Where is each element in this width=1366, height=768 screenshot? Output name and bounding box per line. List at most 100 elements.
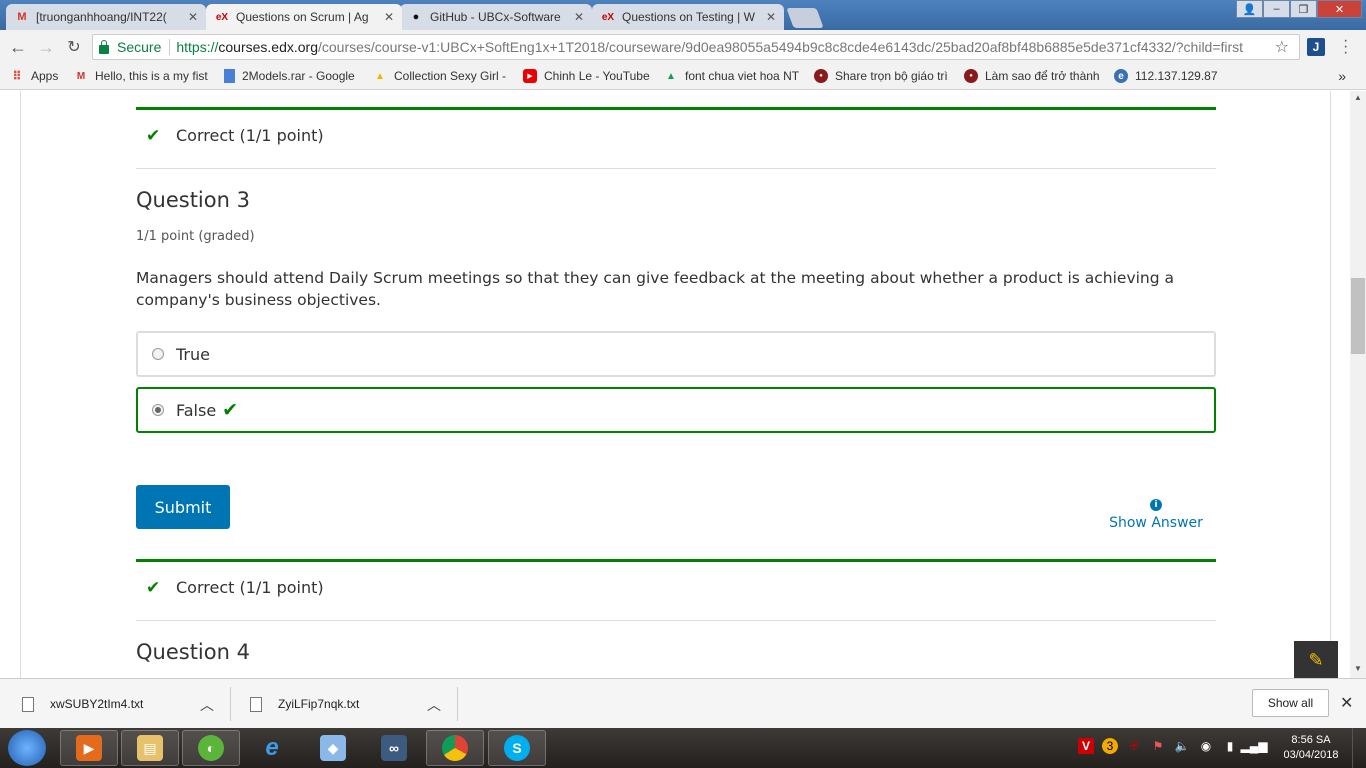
scroll-down-icon[interactable]: ▼ — [1350, 664, 1366, 678]
bookmark-label: Hello, this is a my fist — [95, 69, 208, 83]
tab-gmail[interactable]: M [truonganhhoang/INT22( ✕ — [6, 4, 206, 30]
close-icon[interactable]: ✕ — [766, 10, 776, 24]
tab-title: Questions on Testing | W — [622, 10, 755, 24]
tab-github[interactable]: ● GitHub - UBCx-Software ✕ — [400, 4, 592, 30]
download-item[interactable]: xwSUBY2tIm4.txt — [22, 679, 143, 729]
checkmark-icon: ✔ — [146, 126, 161, 145]
page-scrollbar[interactable] — [1350, 91, 1366, 678]
tab-strip: M [truonganhhoang/INT22( ✕ eX Questions … — [0, 0, 1366, 30]
extension-icon[interactable]: J — [1307, 38, 1325, 56]
pencil-icon[interactable]: ✎ — [1294, 641, 1338, 679]
minimize-button[interactable]: – — [1263, 0, 1290, 18]
question-title: Question 4 — [136, 640, 250, 664]
app-icon[interactable]: 3 — [1102, 738, 1118, 754]
option-true[interactable]: True — [136, 331, 1216, 377]
option-false[interactable]: False ✔ — [136, 387, 1216, 433]
ie-icon: e — [265, 734, 279, 761]
signal-icon[interactable]: ▂▄▆ — [1241, 738, 1268, 754]
gmail-icon: M — [17, 11, 27, 23]
chevron-up-icon[interactable]: ︿ — [200, 695, 214, 715]
scroll-up-icon[interactable]: ▲ — [1350, 93, 1366, 107]
submit-button[interactable]: Submit — [136, 485, 230, 529]
bookmark-youtube[interactable]: ▶ Chinh Le - YouTube — [523, 69, 655, 83]
clock[interactable]: 8:56 SA 03/04/2018 — [1278, 733, 1344, 763]
bookmark-collection[interactable]: ▲ Collection Sexy Girl - — [373, 69, 509, 83]
close-icon[interactable]: ✕ — [574, 10, 584, 24]
user-icon[interactable]: 👤 — [1236, 0, 1263, 18]
app-icon: ∞ — [381, 735, 407, 761]
bookmark-label: 2Models.rar - Google — [242, 69, 355, 83]
scroll-thumb[interactable] — [1351, 278, 1365, 354]
bookmark-2models[interactable]: 2Models.rar - Google — [224, 69, 360, 83]
forward-arrow-icon[interactable]: → — [32, 37, 60, 58]
content-border-left — [20, 91, 21, 678]
v-icon[interactable]: V — [1078, 738, 1094, 754]
taskbar-box[interactable]: ◆ — [304, 730, 362, 766]
doc-icon — [224, 69, 235, 83]
show-all-button[interactable]: Show all — [1252, 689, 1329, 717]
reload-icon[interactable]: ↻ — [60, 37, 88, 57]
window-controls: 👤 – ❐ ✕ — [1236, 0, 1362, 18]
url-path: /courses/course-v1:UBCx+SoftEng1x+1T2018… — [318, 39, 1244, 55]
show-answer-button[interactable]: i Show Answer — [1100, 499, 1212, 531]
taskbar-vs[interactable]: ∞ — [365, 730, 423, 766]
bookmark-share[interactable]: ● Share trọn bộ giáo trì — [814, 69, 952, 83]
edx-icon: eX — [215, 11, 229, 23]
taskbar-media-player[interactable]: ▶ — [60, 730, 118, 766]
bookmark-apps[interactable]: ⠿ Apps — [10, 69, 58, 83]
close-window-button[interactable]: ✕ — [1317, 0, 1362, 18]
taskbar: ▶ ▤ ◐ e ◆ ∞ S V 3 ⛨ ⚑ 🔈 ◉ ▮ ▂▄▆ 8:56 SA … — [0, 728, 1366, 768]
gmail-icon: M — [76, 70, 86, 82]
tab-questions-on-testing[interactable]: eX Questions on Testing | W ✕ — [592, 4, 784, 30]
bookmark-gmail[interactable]: M Hello, this is a my fist — [74, 69, 210, 83]
download-item[interactable]: ZyiLFip7nqk.txt — [250, 679, 359, 729]
bookmark-font[interactable]: ▲ font chua viet hoa NT — [664, 69, 802, 83]
option-label: True — [176, 344, 210, 364]
bookmark-label: 112.137.129.87 — [1135, 69, 1218, 83]
address-separator — [169, 39, 171, 55]
volume-icon[interactable]: ◉ — [1198, 738, 1214, 754]
clock-date: 03/04/2018 — [1283, 749, 1339, 761]
menu-dots-icon[interactable]: · · · — [1343, 33, 1348, 61]
clock-time: 8:56 SA — [1291, 734, 1331, 746]
folder-icon: ▤ — [137, 735, 163, 761]
chevron-up-icon[interactable]: ︿ — [427, 695, 441, 715]
shield-icon[interactable]: ⛨ — [1126, 738, 1142, 754]
bookmark-star-icon[interactable]: ☆ — [1275, 37, 1289, 57]
taskbar-explorer[interactable]: ▤ — [121, 730, 179, 766]
tab-title: [truonganhhoang/INT22( — [36, 10, 167, 24]
taskbar-app-green[interactable]: ◐ — [182, 730, 240, 766]
bookmark-label: Chinh Le - YouTube — [544, 69, 650, 83]
bookmark-ip[interactable]: e 112.137.129.87 — [1114, 69, 1218, 83]
radio-button[interactable] — [152, 404, 164, 416]
option-label: False — [176, 400, 217, 420]
start-button[interactable] — [8, 730, 46, 766]
forum-icon: ● — [814, 69, 828, 83]
close-icon[interactable]: ✕ — [188, 10, 198, 24]
new-tab-button[interactable] — [786, 8, 824, 28]
back-arrow-icon[interactable]: ← — [4, 37, 32, 58]
radio-button[interactable] — [152, 348, 164, 360]
flag-icon[interactable]: ⚑ — [1150, 738, 1166, 754]
address-bar[interactable]: Secure https:// courses.edx.org /courses… — [92, 34, 1300, 60]
close-icon[interactable]: ✕ — [384, 10, 394, 24]
bookmark-lam-sao[interactable]: ● Làm sao để trở thành — [964, 69, 1102, 83]
edx-icon: eX — [601, 11, 615, 23]
speaker-icon[interactable]: 🔈 — [1174, 738, 1190, 754]
bookmark-label: Làm sao để trở thành — [985, 69, 1100, 83]
tab-title: Questions on Scrum | Ag — [236, 10, 369, 24]
close-icon[interactable]: ✕ — [1340, 693, 1353, 713]
question-title: Question 3 — [136, 188, 250, 212]
battery-icon[interactable]: ▮ — [1222, 738, 1238, 754]
taskbar-skype[interactable]: S — [488, 730, 546, 766]
box-icon: ◆ — [320, 735, 346, 761]
chevron-more-icon[interactable]: » — [1338, 68, 1346, 84]
download-filename: ZyiLFip7nqk.txt — [278, 697, 360, 711]
result-notification: ✔ Correct (1/1 point) — [136, 107, 1216, 169]
show-desktop-button[interactable] — [1352, 728, 1366, 768]
taskbar-chrome[interactable] — [426, 730, 484, 766]
tab-questions-on-scrum[interactable]: eX Questions on Scrum | Ag ✕ — [206, 4, 402, 30]
maximize-button[interactable]: ❐ — [1290, 0, 1317, 18]
browser-toolbar: ← → ↻ Secure https:// courses.edx.org /c… — [0, 30, 1366, 64]
taskbar-ie[interactable]: e — [243, 730, 301, 766]
